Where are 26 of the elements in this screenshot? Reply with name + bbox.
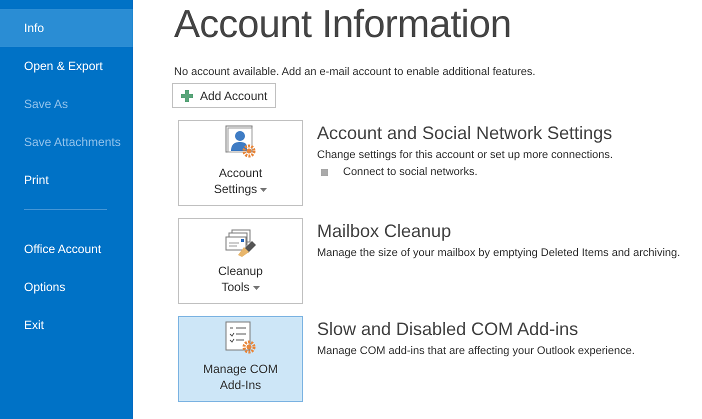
plus-icon bbox=[181, 90, 193, 102]
section-heading: Account and Social Network Settings bbox=[317, 123, 613, 144]
bullet-link[interactable]: Connect to social networks. bbox=[343, 166, 478, 178]
caret-icon bbox=[260, 188, 268, 192]
section-button[interactable]: Cleanup Tools bbox=[178, 218, 303, 304]
section-description: Change settings for this account or set up more connections. bbox=[317, 149, 613, 161]
section-button[interactable]: Manage COM Add-Ins bbox=[178, 316, 303, 402]
add-account-button[interactable]: Add Account bbox=[172, 83, 276, 108]
caret-icon bbox=[252, 286, 260, 290]
section-heading: Slow and Disabled COM Add-ins bbox=[317, 319, 580, 340]
sidebar-item[interactable]: Office Account bbox=[0, 230, 133, 268]
section-button[interactable]: Account Settings bbox=[178, 120, 303, 206]
sidebar-item[interactable]: Open & Export bbox=[0, 47, 133, 85]
sidebar-item[interactable]: Print bbox=[0, 161, 133, 199]
sidebar-item[interactable]: Info bbox=[0, 9, 133, 47]
mail-broom-icon bbox=[224, 229, 258, 257]
section-heading: Mailbox Cleanup bbox=[317, 221, 452, 242]
section-description: Manage the size of your mailbox by emptying Deleted Items and archiving. bbox=[317, 247, 680, 259]
notice-text: No account available. Add an e-mail account to enable additional features. bbox=[174, 66, 536, 78]
section-description: Manage COM add-ins that are affecting your Outlook experience. bbox=[317, 345, 635, 357]
sidebar-item[interactable]: Options bbox=[0, 268, 133, 306]
account-settings-icon bbox=[224, 125, 256, 159]
checklist-gear-icon bbox=[224, 321, 256, 355]
bullet-icon bbox=[321, 168, 328, 176]
sidebar-item[interactable]: Exit bbox=[0, 306, 133, 344]
page-title: Account Information bbox=[174, 2, 512, 48]
